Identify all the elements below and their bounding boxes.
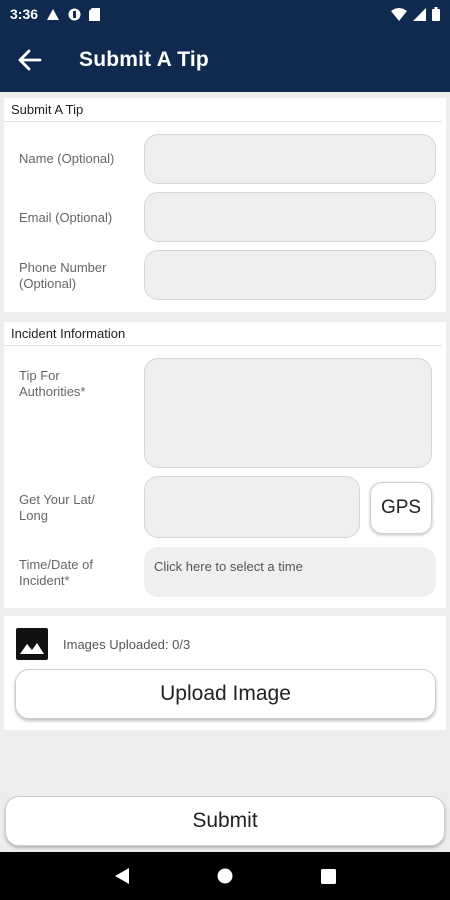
email-label: Email (Optional) (19, 210, 113, 225)
gps-button[interactable]: GPS (370, 482, 432, 534)
time-label-line1: Time/Date of (19, 557, 93, 572)
nav-recents-icon[interactable] (321, 868, 337, 884)
name-input[interactable] (144, 134, 436, 184)
tip-label: Tip For Authorities* (19, 368, 85, 400)
notification-circle-icon (68, 8, 81, 20)
time-label-line2: Incident* (19, 573, 70, 588)
image-icon (16, 628, 48, 660)
back-button[interactable] (0, 28, 60, 92)
images-uploaded-text: Images Uploaded: 0/3 (63, 637, 191, 652)
signal-icon (413, 7, 426, 21)
latlong-label-line2: Long (19, 508, 48, 523)
status-time: 3:36 (10, 6, 39, 22)
tip-section-header: Submit A Tip (4, 98, 442, 122)
nav-home-icon[interactable] (217, 868, 233, 884)
back-arrow-icon (18, 49, 42, 71)
notification-triangle-icon (47, 8, 60, 20)
tip-label-line1: Tip For (19, 368, 60, 383)
tip-section: Submit A Tip Name (Optional) Email (Opti… (4, 98, 446, 312)
latlong-input[interactable] (144, 476, 360, 538)
upload-image-button[interactable]: Upload Image (15, 669, 436, 719)
page-title: Submit A Tip (79, 48, 209, 71)
submit-button[interactable]: Submit (5, 796, 445, 846)
phone-label-line2: (Optional) (19, 276, 77, 291)
tip-label-line2: Authorities* (19, 384, 86, 399)
phone-input[interactable] (144, 250, 436, 300)
status-bar: 3:36 (0, 0, 450, 28)
sd-card-icon (89, 7, 101, 21)
latlong-label-line1: Get Your Lat/ (19, 492, 95, 507)
time-label: Time/Date of Incident* (19, 557, 93, 589)
email-input[interactable] (144, 192, 436, 242)
wifi-icon (391, 7, 407, 21)
time-picker[interactable]: Click here to select a time (144, 547, 436, 597)
name-label: Name (Optional) (19, 151, 115, 166)
phone-label-line1: Phone Number (19, 260, 107, 275)
system-nav-bar (0, 852, 450, 900)
incident-section-header: Incident Information (4, 322, 442, 346)
battery-icon (432, 7, 440, 21)
nav-back-icon[interactable] (114, 867, 130, 885)
app-bar: Submit A Tip (0, 28, 450, 92)
tip-textarea[interactable] (144, 358, 432, 468)
images-section: Images Uploaded: 0/3 Upload Image (4, 616, 446, 730)
incident-section: Incident Information Tip For Authorities… (4, 322, 446, 608)
latlong-label: Get Your Lat/ Long (19, 492, 95, 524)
phone-label: Phone Number (Optional) (19, 260, 106, 292)
